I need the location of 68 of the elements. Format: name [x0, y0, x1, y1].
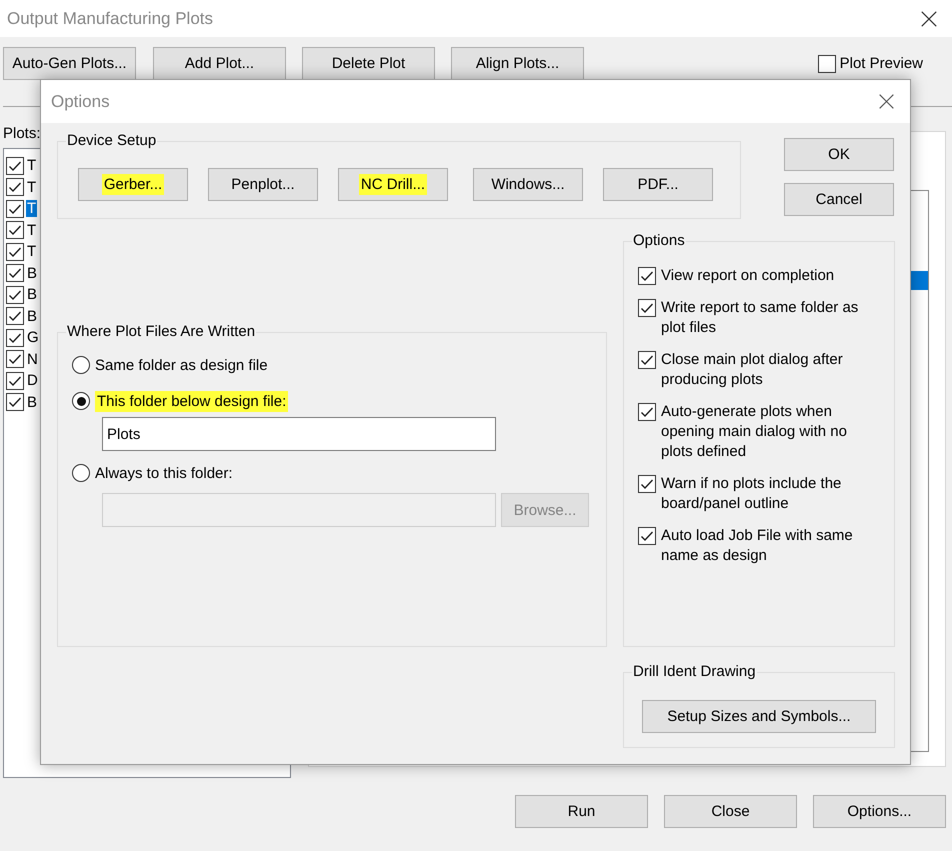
window-title: Output Manufacturing Plots	[7, 8, 214, 28]
footer-button[interactable]: Run	[515, 795, 648, 828]
device-button[interactable]: PDF...	[603, 168, 713, 200]
radio-label: Same folder as design file	[95, 356, 268, 374]
dialog-button[interactable]: OK	[784, 138, 894, 171]
folder-field[interactable]: Plots	[102, 417, 496, 451]
radio-button[interactable]	[72, 356, 90, 374]
plots-label: Plots:	[3, 125, 41, 142]
radio-button[interactable]	[72, 464, 90, 482]
checkbox-label: Write report to same folder as plot files	[661, 298, 860, 338]
setup-button[interactable]: Setup Sizes and Symbols...	[642, 700, 876, 732]
checkbox-label: Auto-generate plots when opening main dialog with no plots defined	[661, 402, 848, 462]
checkbox-label: Auto load Job File with same name as design	[661, 526, 854, 566]
device-button[interactable]: Penplot...	[208, 168, 318, 200]
plot-item[interactable]: D	[26, 372, 39, 390]
checkbox-label: Close main plot dialog after producing plots	[661, 350, 844, 390]
radio-label: Always to this folder:	[95, 464, 233, 482]
dialog-title: Options	[51, 92, 110, 112]
checkbox[interactable]	[6, 393, 24, 412]
checkbox[interactable]	[638, 527, 656, 545]
checkbox[interactable]	[638, 267, 656, 285]
plot-item[interactable]: G	[26, 329, 40, 346]
checkbox-label: Plot Preview	[840, 55, 923, 72]
group-label: Options	[632, 232, 686, 249]
device-button[interactable]: NC Drill...	[338, 168, 448, 200]
plot-item[interactable]: T	[26, 200, 38, 218]
device-button[interactable]: Windows...	[473, 168, 583, 200]
plot-item[interactable]: T	[26, 157, 38, 174]
close-icon[interactable]	[878, 93, 895, 110]
plot-item[interactable]: B	[26, 264, 38, 282]
plot-item[interactable]: T	[26, 178, 38, 196]
checkbox[interactable]	[818, 54, 836, 72]
dialog-button[interactable]: Cancel	[784, 183, 894, 216]
checkbox[interactable]	[6, 242, 24, 261]
checkbox[interactable]	[6, 286, 24, 304]
checkbox[interactable]	[6, 328, 24, 347]
group-label: Drill Ident Drawing	[632, 663, 757, 680]
checkbox-label: View report on completion	[661, 266, 836, 286]
checkbox-label: Warn if no plots include the board/panel outline	[661, 474, 842, 514]
checkbox[interactable]	[6, 307, 24, 326]
checkbox[interactable]	[638, 351, 656, 369]
checkbox[interactable]	[638, 475, 656, 493]
plot-item[interactable]: N	[26, 350, 39, 368]
footer-button[interactable]: Options...	[813, 795, 946, 828]
device-button[interactable]: Gerber...	[78, 168, 188, 200]
radio-button[interactable]	[72, 392, 90, 410]
checkbox[interactable]	[6, 350, 24, 368]
checkbox[interactable]	[638, 403, 656, 421]
toolbar-button[interactable]: Auto-Gen Plots...	[3, 47, 136, 80]
plot-item[interactable]: B	[26, 308, 38, 325]
footer-button[interactable]: Close	[664, 795, 797, 828]
radio-label: This folder below design file:	[95, 390, 288, 412]
plot-item[interactable]: T	[26, 222, 38, 239]
toolbar-button[interactable]: Add Plot...	[153, 47, 286, 80]
plot-item[interactable]: B	[26, 286, 38, 304]
toolbar-button[interactable]: Align Plots...	[451, 47, 584, 80]
checkbox[interactable]	[6, 264, 24, 282]
checkbox[interactable]	[6, 372, 24, 390]
plot-item[interactable]: T	[26, 243, 38, 260]
group-label: Device Setup	[66, 132, 158, 149]
toolbar-button[interactable]: Delete Plot	[302, 47, 435, 80]
plot-item[interactable]: B	[26, 394, 38, 411]
checkbox[interactable]	[6, 221, 24, 240]
checkbox[interactable]	[638, 299, 656, 317]
checkbox[interactable]	[6, 178, 24, 196]
checkbox[interactable]	[6, 200, 24, 218]
close-icon[interactable]	[920, 10, 938, 28]
checkbox[interactable]	[6, 156, 24, 175]
